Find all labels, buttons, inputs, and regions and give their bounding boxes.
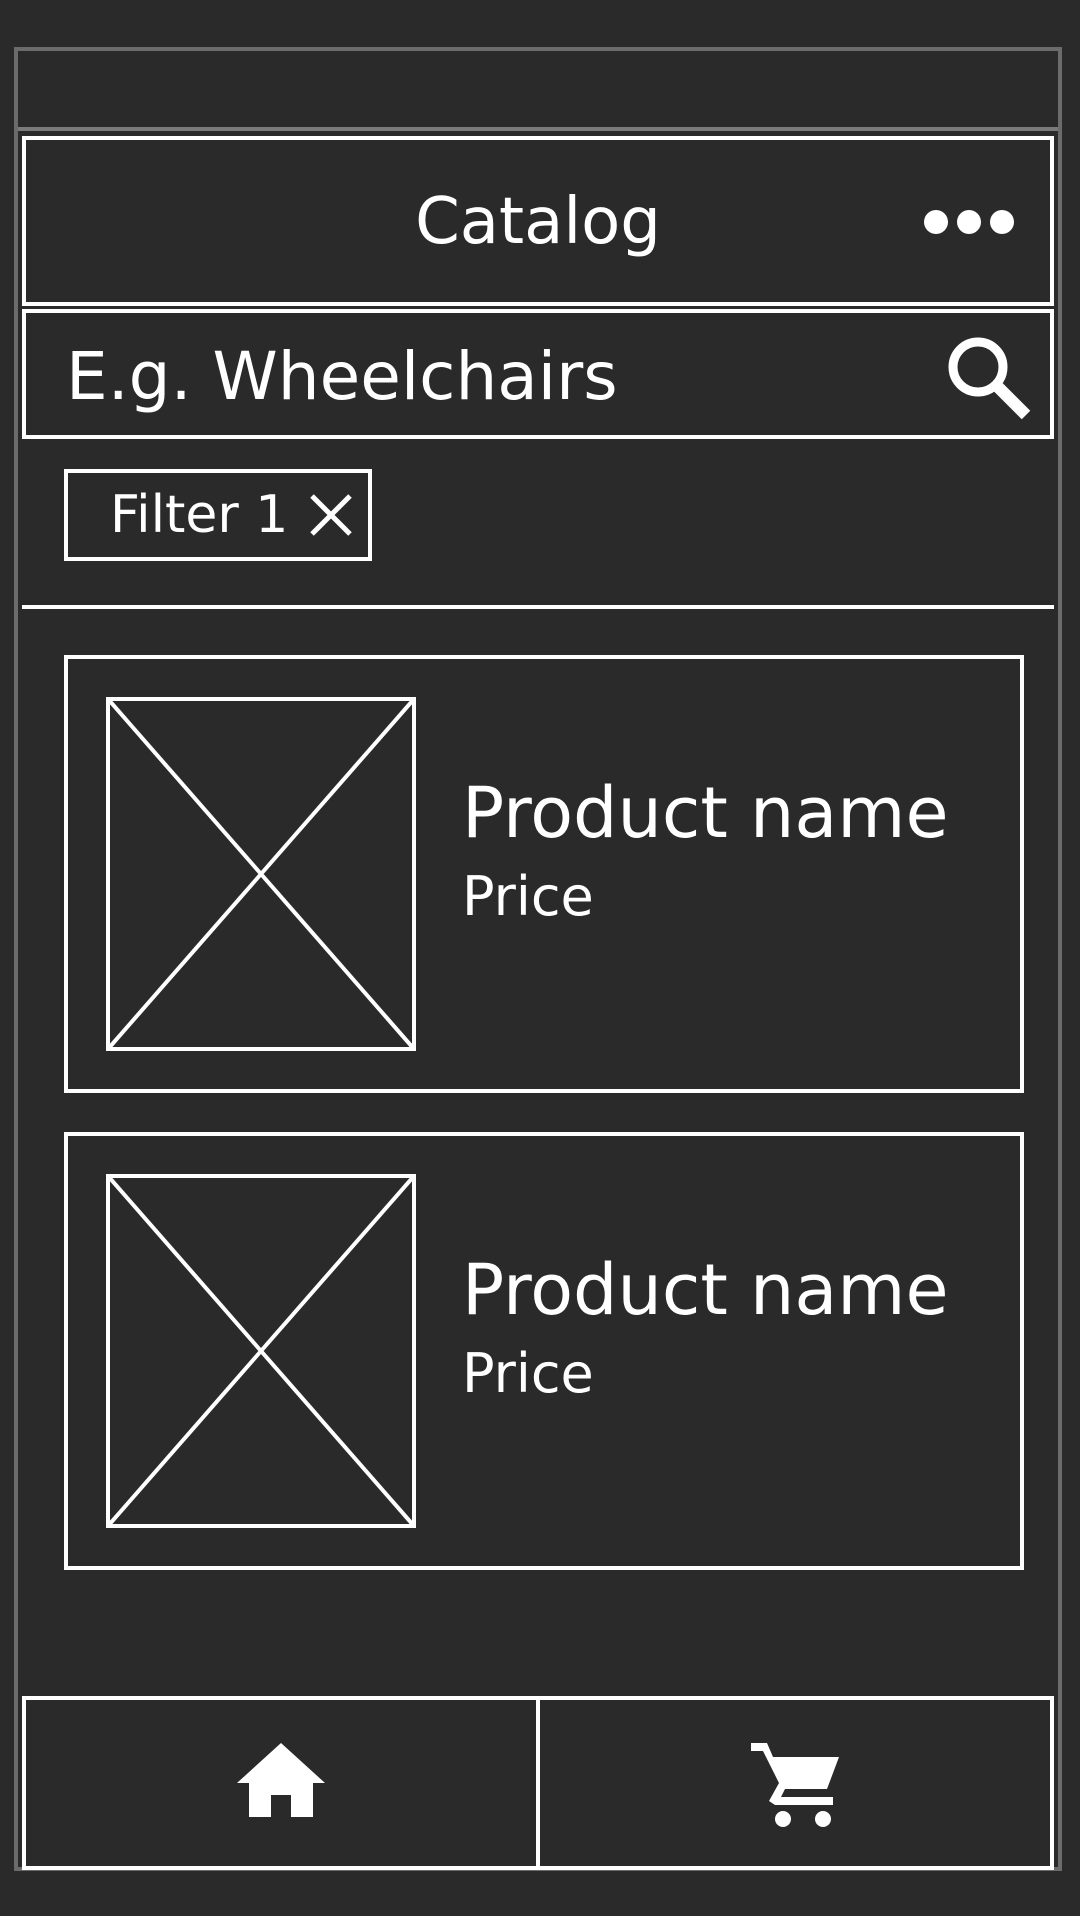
filter-chip[interactable]: Filter 1: [64, 469, 372, 561]
image-placeholder-icon: [106, 697, 416, 1051]
filter-row: Filter 1: [22, 439, 1054, 609]
nav-cart-button[interactable]: [536, 1700, 1050, 1866]
page-title: Catalog: [415, 185, 661, 259]
image-placeholder-icon: [106, 1174, 416, 1528]
status-bar: [18, 51, 1058, 131]
search-input[interactable]: [66, 333, 926, 419]
more-dot: [957, 210, 981, 234]
search-bar: [22, 309, 1054, 439]
bottom-nav: [22, 1696, 1054, 1870]
product-price: Price: [462, 1342, 594, 1405]
product-price: Price: [462, 865, 594, 928]
cart-icon: [751, 1743, 839, 1827]
more-options-button[interactable]: [924, 206, 1014, 238]
close-icon[interactable]: [306, 490, 356, 540]
app-header: Catalog: [22, 136, 1054, 306]
product-card[interactable]: Product name Price: [64, 1132, 1024, 1570]
phone-frame: Catalog Filter 1 Product name Pr: [14, 47, 1062, 1871]
product-name: Product name: [462, 772, 949, 854]
product-name: Product name: [462, 1249, 949, 1331]
nav-home-button[interactable]: [26, 1700, 536, 1866]
more-dot: [924, 210, 948, 234]
search-icon[interactable]: [942, 331, 1034, 423]
more-dot: [990, 210, 1014, 234]
home-icon: [237, 1743, 325, 1817]
filter-chip-label: Filter 1: [110, 485, 289, 545]
product-card[interactable]: Product name Price: [64, 655, 1024, 1093]
